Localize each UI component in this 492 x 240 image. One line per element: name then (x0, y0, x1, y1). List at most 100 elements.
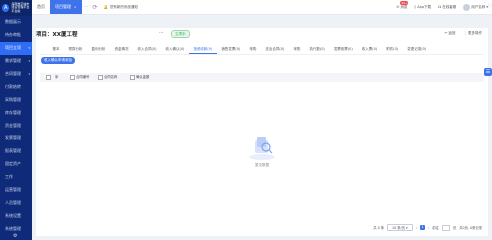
sidebar-item-label: 发票管理 (5, 135, 21, 141)
avatar (463, 3, 471, 11)
col-amount-label: 确认金额 (136, 75, 150, 79)
project-card: 项目：XX厦工程 ⋯ 立项中 ↩ 返回 ⋮ 更多操作 基本 预算分析 盈利分析 资金情… (36, 28, 488, 236)
project-more-icon[interactable]: ⋯ (159, 30, 164, 36)
more-icon: ⋮ (463, 31, 467, 35)
tab-close-icon[interactable]: × (74, 5, 77, 9)
notice[interactable]: 🔔 您有新的系统通知 (104, 5, 138, 10)
empty-text: 暂无数据 (255, 163, 269, 167)
sub-tab[interactable]: 盈利分析 (87, 45, 110, 53)
sub-tab[interactable]: 收入确认(0) (161, 45, 189, 53)
user-label: 用户名称 (471, 4, 486, 9)
sidebar: A 海南数字城市建设管理平台 平台版 数据展示 待办审批 项目立项 ▾ 需求管理 ▾ 合同管… (0, 0, 32, 240)
sub-tab[interactable]: 投资收款(0) (188, 45, 217, 54)
sidebar-item-label: 人员管理 (5, 199, 21, 205)
sidebar-item[interactable]: 库存管理 (0, 106, 32, 119)
more-actions-button[interactable]: ⋮ 更多操作 (463, 31, 482, 36)
phone-icon: ▯ (414, 5, 417, 9)
back-label: 返回 (448, 31, 456, 35)
help-label: 在线客服 (442, 4, 457, 9)
sidebar-item-label: 采购管理 (5, 96, 21, 102)
sidebar-item[interactable]: 项目立项 ▾ (0, 41, 32, 55)
page-1-button[interactable]: 1 (420, 225, 425, 230)
user-menu[interactable]: 用户名称 ▾ (463, 3, 488, 11)
sub-tab[interactable]: 支出合同(0) (261, 45, 289, 53)
sidebar-item-label: 系统管理 (5, 225, 21, 231)
sidebar-item-label: 需求管理 (5, 58, 21, 64)
page-size-select[interactable]: 10 条/页 ▾ (387, 224, 413, 231)
col-contract-no-label: 合同编号 (76, 75, 90, 79)
sidebar-item-label: 合同管理 (5, 71, 21, 76)
brand-logo: A (2, 4, 10, 12)
divider (40, 54, 484, 55)
tab-home[interactable]: 首页 (32, 0, 50, 14)
mail-icon: ✉ (396, 5, 400, 9)
sidebar-item-label: 固定资产 (5, 161, 21, 167)
sidebar-item[interactable]: 工作 (0, 171, 32, 184)
sub-tab[interactable]: 收入票(0) (357, 45, 381, 53)
sub-tab[interactable]: 基本 (48, 45, 64, 53)
brand-sub: 平台版 (11, 8, 21, 13)
add-income-confirmation-button[interactable]: 收入确认申请添加 (41, 57, 75, 64)
sidebar-nav: 数据展示 待办审批 项目立项 ▾ 需求管理 ▾ 合同管理 ▾ 付款结转 采购管理 库存管理 资金管理发… (0, 16, 32, 235)
goto-page-input[interactable] (441, 224, 450, 231)
sidebar-item-label: 运营管理 (5, 187, 21, 193)
sub-tab[interactable]: 预算分析 (64, 45, 87, 53)
col-contract-no: 合同编号 (70, 73, 89, 82)
float-tool-icon[interactable]: ☰ (484, 68, 492, 76)
sidebar-item[interactable]: 数据展示 (0, 16, 32, 29)
message-label: 消息 (400, 4, 408, 9)
col-contract-name: 合同名称 (98, 73, 117, 82)
sidebar-item[interactable]: 固定资产 (0, 158, 32, 171)
chevron-down-icon: ▾ (28, 46, 30, 51)
sidebar-item[interactable]: 资金管理 (0, 119, 32, 132)
sidebar-item-label: 付款结转 (5, 83, 21, 89)
more-tabs-icon[interactable]: ⋯ (84, 4, 89, 10)
sub-tab[interactable]: 销售发票(0) (217, 45, 245, 53)
refresh-icon[interactable]: ⟳ (93, 4, 98, 11)
sidebar-item[interactable]: 系统设置 (0, 209, 32, 222)
pager-summary: 共0页, 0条记录 (459, 226, 482, 230)
topbar: 首页 项目管理 × ⋯ ⟳ 🔔 您有新的系统通知 ✉ 消息 99+ ▯ App下… (32, 0, 492, 15)
pager-total: 共 0 条 (373, 226, 385, 230)
chevron-down-icon: ▾ (28, 72, 30, 76)
bell-icon: 🔔 (103, 5, 108, 9)
help-button[interactable]: ☊ 在线客服 (438, 5, 456, 10)
select-all-checkbox[interactable] (46, 73, 51, 82)
message-button[interactable]: ✉ 消息 99+ (396, 0, 409, 10)
back-button[interactable]: ↩ 返回 (444, 31, 455, 36)
tab-project-management[interactable]: 项目管理 × (50, 0, 82, 14)
sidebar-item-label: 系统设置 (5, 212, 21, 218)
settings-gear-icon[interactable]: ⚙ (13, 233, 17, 239)
table-header: 序 合同编号 合同名称 确认金额 (40, 73, 484, 82)
sub-tab[interactable]: 采购 (245, 45, 261, 53)
sidebar-item[interactable]: 采购管理 (0, 93, 32, 106)
headset-icon: ☊ (438, 5, 442, 9)
sub-tab[interactable]: 执行数(0) (305, 45, 329, 53)
prev-page-button[interactable]: ‹ (416, 226, 417, 230)
sub-tab[interactable]: 资金情况 (110, 45, 133, 53)
fullscreen-icon[interactable]: ⛶ (488, 3, 491, 8)
sidebar-item[interactable]: 待办审批 (0, 29, 32, 42)
app-download-button[interactable]: ▯ App下载 (414, 5, 431, 10)
sidebar-item[interactable]: 发票管理 (0, 132, 32, 145)
sidebar-item[interactable]: 人员管理 (0, 196, 32, 209)
pagination: 共 0 条 10 条/页 ▾ ‹ 1 › 前往 页 共0页, 0条记录 (373, 224, 482, 231)
sidebar-item[interactable]: 付款结转 (0, 80, 32, 93)
next-page-button[interactable]: › (428, 226, 429, 230)
sidebar-item-label: 待办审批 (5, 32, 21, 38)
sidebar-item[interactable]: 合同管理 ▾ (0, 68, 32, 81)
col-contract-name-label: 合同名称 (104, 75, 118, 79)
sub-tab[interactable]: 发票收票(0) (329, 45, 357, 53)
sidebar-item[interactable]: 报表管理 (0, 145, 32, 158)
back-icon: ↩ (444, 31, 448, 35)
empty-box-icon (245, 133, 279, 161)
sidebar-item[interactable]: 需求管理 ▾ (0, 55, 32, 68)
sub-tab[interactable]: 变更记录(0) (403, 45, 431, 53)
sidebar-item-label: 数据展示 (5, 19, 21, 25)
col-index: 序 (55, 75, 59, 79)
sub-tab[interactable]: 采购 (289, 45, 305, 53)
sub-tab[interactable]: 收入合同(0) (133, 45, 161, 53)
notice-text: 您有新的系统通知 (109, 4, 138, 9)
sub-tab[interactable]: 附件(0) (382, 45, 403, 53)
sidebar-item[interactable]: 运营管理 (0, 184, 32, 197)
